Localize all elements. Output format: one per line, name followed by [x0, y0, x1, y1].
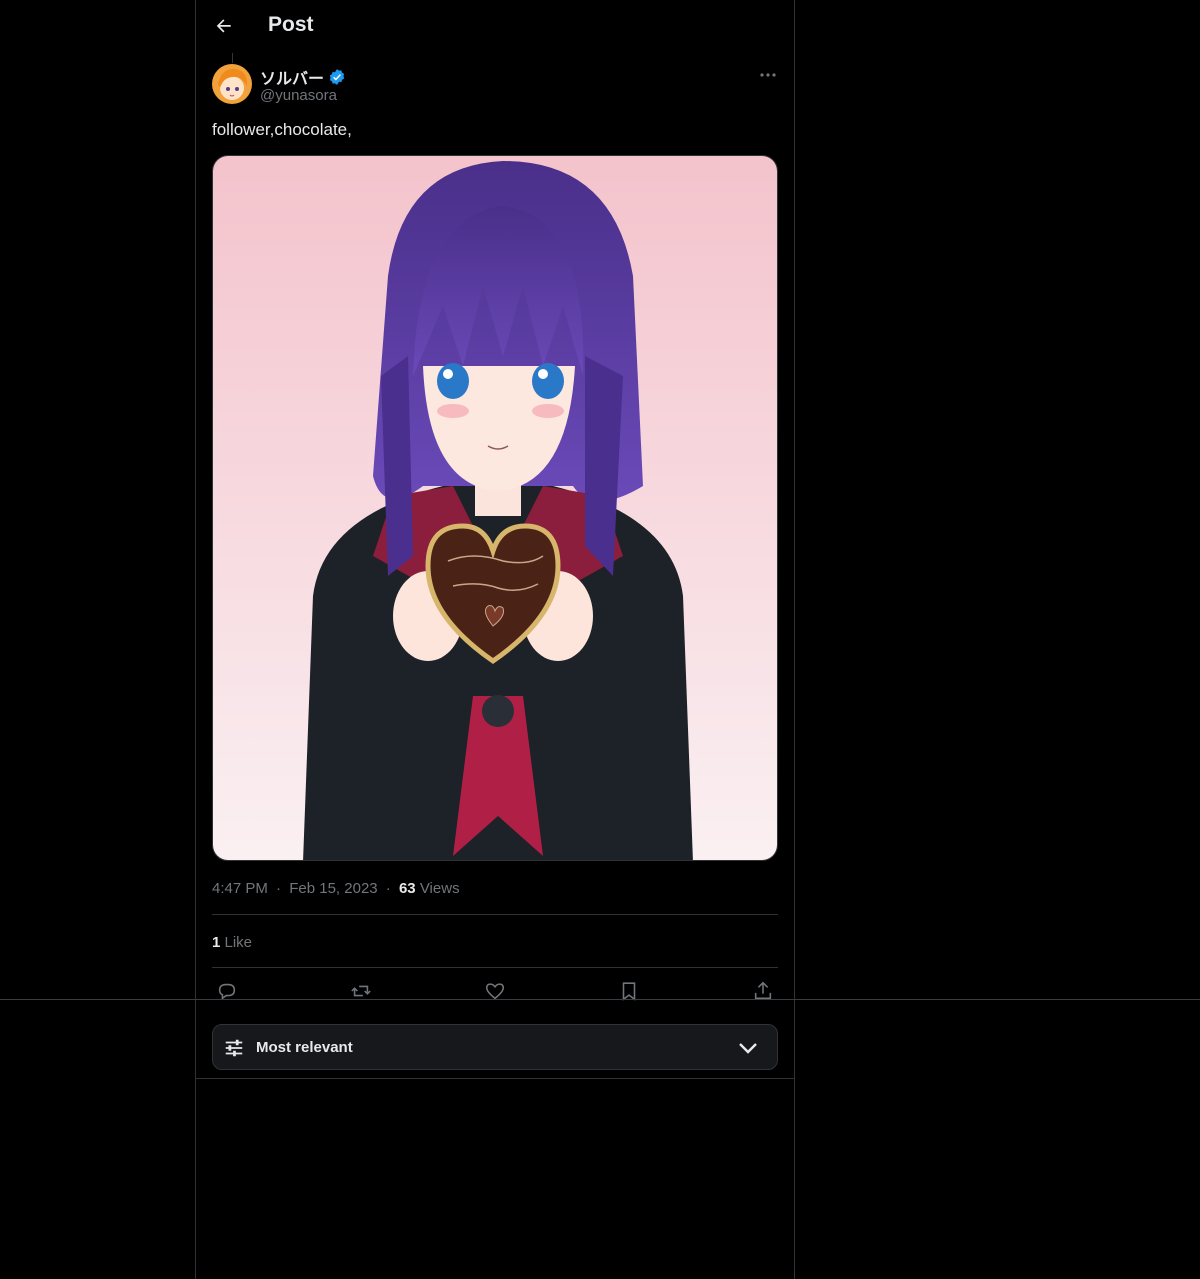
thread-line	[232, 53, 233, 63]
more-options-button[interactable]	[756, 64, 780, 86]
more-horizontal-icon	[760, 73, 776, 77]
avatar[interactable]	[212, 64, 252, 104]
post-meta: 4:47 PM · Feb 15, 2023 · 63 Views	[212, 880, 460, 897]
post-date[interactable]: Feb 15, 2023	[289, 880, 377, 897]
action-bar	[212, 980, 778, 1004]
post-column: Post ソルバー @yunasora follower,chocolate,	[195, 0, 795, 1279]
avatar-image	[212, 64, 252, 104]
author-display-name[interactable]: ソルバー	[260, 65, 324, 89]
post-image[interactable]	[212, 155, 778, 861]
back-button[interactable]	[212, 14, 236, 38]
viewport-guide-line	[0, 999, 1200, 1000]
bookmark-button[interactable]	[618, 980, 642, 1004]
reply-button[interactable]	[216, 980, 240, 1004]
like-button[interactable]	[484, 980, 508, 1004]
views-label: Views	[415, 880, 460, 897]
sliders-icon	[225, 1039, 243, 1057]
post-time[interactable]: 4:47 PM	[212, 880, 268, 897]
divider	[212, 967, 778, 968]
arrow-left-icon	[216, 19, 231, 33]
divider	[212, 914, 778, 915]
anime-girl-illustration	[213, 156, 777, 860]
author-handle[interactable]: @yunasora	[260, 87, 337, 104]
post-header: Post	[196, 0, 794, 53]
repost-button[interactable]	[350, 980, 374, 1004]
meta-separator: ·	[385, 880, 391, 897]
verified-badge-icon	[329, 69, 345, 85]
author-name-row[interactable]: ソルバー	[260, 65, 346, 89]
meta-separator: ·	[276, 880, 282, 897]
likes-label: Like	[220, 934, 253, 951]
views-count: 63	[398, 880, 416, 897]
share-button[interactable]	[752, 980, 776, 1004]
post-text: follower,chocolate,	[212, 120, 352, 139]
page-title: Post	[268, 13, 314, 36]
divider	[196, 1078, 794, 1079]
chevron-down-icon	[739, 1043, 757, 1054]
sort-label: Most relevant	[256, 1039, 353, 1056]
sort-replies-dropdown[interactable]: Most relevant	[212, 1024, 778, 1070]
likes-summary[interactable]: 1 Like	[212, 934, 252, 951]
